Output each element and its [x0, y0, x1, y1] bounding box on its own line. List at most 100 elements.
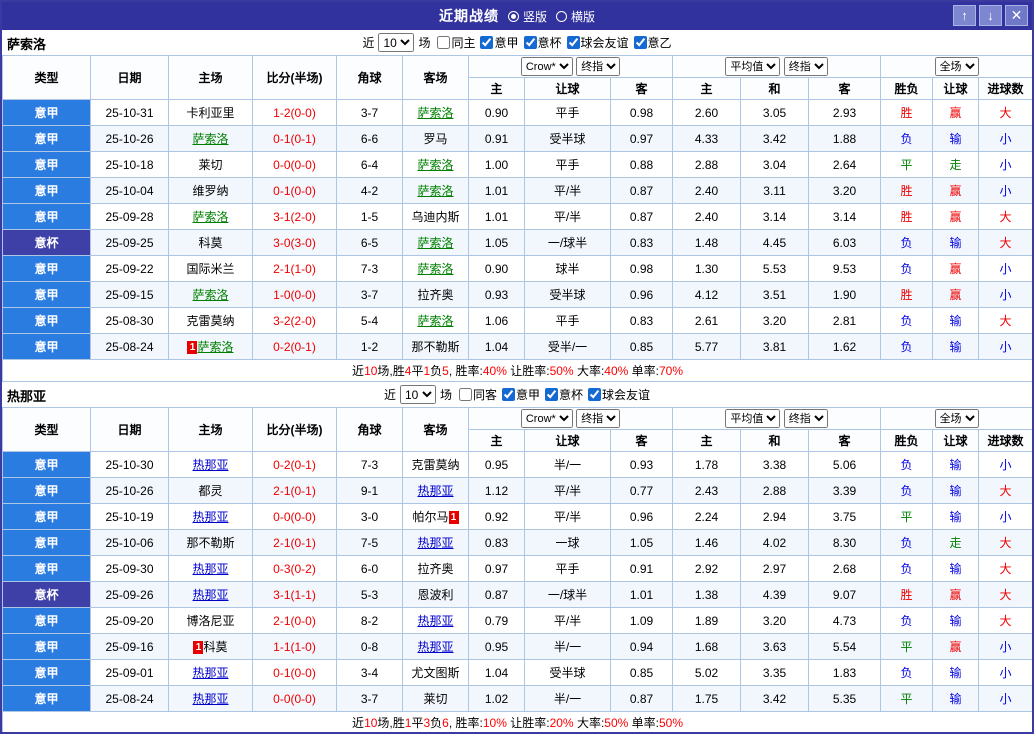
move-down-icon[interactable]: ↓ [979, 5, 1002, 26]
col-odds-handicap: 让球 [524, 77, 611, 100]
cell-goals: 小 [978, 503, 1032, 530]
full-court-select[interactable]: 全场 [934, 409, 979, 428]
summary-segment: 近 [352, 364, 365, 378]
summary-segment: 50% [604, 716, 629, 730]
col-goals: 进球数 [978, 77, 1032, 100]
final-average-select[interactable]: 终指 [783, 57, 828, 76]
team-link[interactable]: 萨索洛 [192, 210, 228, 224]
filter-checkbox-意乙[interactable]: 意乙 [633, 34, 672, 51]
cell-goals: 大 [978, 203, 1032, 230]
team-link[interactable]: 热那亚 [417, 640, 453, 654]
red-card-badge: 1 [193, 641, 204, 654]
team-link[interactable]: 萨索洛 [417, 236, 453, 250]
filter-checkbox-意甲[interactable]: 意甲 [502, 386, 540, 403]
filter-checkbox-意杯[interactable]: 意杯 [523, 34, 562, 51]
cell-avg-home: 1.38 [672, 581, 742, 608]
filter-checkbox-意甲[interactable]: 意甲 [480, 34, 519, 51]
cell-score: 0-0(0-0) [252, 685, 337, 712]
cell-result: 负 [880, 659, 934, 686]
section-sassuolo: 萨索洛 近 10 场 同主 意甲 意杯 球会友谊 意乙 类型 日期 主场 比分(半场 [2, 30, 1032, 382]
cell-handicap: 受半球 [524, 281, 611, 308]
cell-date: 25-09-26 [90, 581, 169, 608]
cell-corner: 7-3 [336, 255, 403, 282]
cell-competition-type: 意甲 [2, 659, 91, 686]
team-link[interactable]: 热那亚 [192, 458, 228, 472]
cell-avg-draw: 3.05 [740, 99, 810, 126]
col-handicap-result: 让球 [932, 429, 980, 452]
cell-focus-team: 热那亚 [168, 555, 253, 582]
team-link[interactable]: 热那亚 [192, 588, 228, 602]
checkbox-input[interactable] [588, 388, 602, 401]
team-link[interactable]: 热那亚 [417, 484, 453, 498]
full-court-select[interactable]: 全场 [934, 57, 979, 76]
cell-handicap-result: 赢 [932, 633, 980, 660]
filter-checkbox-同主[interactable]: 同主 [437, 34, 475, 51]
checkbox-input[interactable] [458, 388, 472, 401]
cell-team: 拉齐奥 [402, 555, 469, 582]
checkbox-input[interactable] [633, 36, 647, 49]
team-link[interactable]: 萨索洛 [417, 158, 453, 172]
final-odds-select[interactable]: 终指 [576, 57, 621, 76]
layout-vertical-radio[interactable]: 竖版 [507, 8, 547, 25]
team-link[interactable]: 热那亚 [417, 536, 453, 550]
team-link[interactable]: 萨索洛 [192, 288, 228, 302]
final-average-select[interactable]: 终指 [783, 409, 828, 428]
team-link[interactable]: 热那亚 [192, 692, 228, 706]
summary-segment: 50% [549, 364, 574, 378]
team-link[interactable]: 萨索洛 [417, 262, 453, 276]
odds-provider-select[interactable]: Crow* [520, 409, 573, 428]
checkbox-input[interactable] [437, 36, 451, 49]
checkbox-input[interactable] [566, 36, 580, 49]
match-count-select[interactable]: 10 [378, 33, 415, 52]
team-link[interactable]: 萨索洛 [417, 106, 453, 120]
filter-checkbox-意杯[interactable]: 意杯 [545, 386, 583, 403]
cell-competition-type: 意杯 [2, 581, 91, 608]
cell-handicap-result: 输 [932, 333, 980, 360]
cell-goals: 大 [978, 607, 1032, 634]
checkbox-label: 球会友谊 [602, 388, 651, 402]
checkbox-input[interactable] [502, 388, 515, 401]
cell-competition-type: 意甲 [2, 333, 91, 360]
match-row: 意甲 25-10-06 那不勒斯 2-1(0-1) 7-5 热那亚 0.83 一球 1.05 1.… [2, 529, 1032, 556]
cell-result: 胜 [880, 177, 934, 204]
cell-score: 2-1(0-1) [252, 529, 337, 556]
move-up-icon[interactable]: ↑ [953, 5, 976, 26]
cell-date: 25-09-30 [90, 555, 169, 582]
team-link[interactable]: 热那亚 [192, 510, 228, 524]
final-odds-select[interactable]: 终指 [576, 409, 621, 428]
cell-avg-home: 2.60 [672, 99, 742, 126]
cell-handicap: 平手 [524, 99, 611, 126]
col-avg-draw: 和 [740, 429, 810, 452]
team-link[interactable]: 萨索洛 [192, 132, 228, 146]
match-count-select[interactable]: 10 [399, 385, 436, 404]
close-icon[interactable]: ✕ [1005, 5, 1028, 26]
team-link[interactable]: 萨索洛 [197, 340, 233, 354]
team-link[interactable]: 热那亚 [192, 666, 228, 680]
cell-avg-home: 2.24 [672, 503, 742, 530]
checkbox-input[interactable] [480, 36, 494, 49]
filter-checkbox-同客[interactable]: 同客 [458, 386, 497, 403]
checkbox-input[interactable] [523, 36, 537, 49]
cell-avg-home: 2.43 [672, 477, 742, 504]
cell-handicap: 平/半 [524, 607, 611, 634]
cell-team: 科莫 [168, 229, 253, 256]
cell-result: 胜 [880, 281, 934, 308]
cell-avg-away: 2.93 [808, 99, 882, 126]
team-link[interactable]: 热那亚 [192, 562, 228, 576]
average-select[interactable]: 平均值 [725, 57, 781, 76]
cell-avg-away: 1.62 [808, 333, 882, 360]
filter-checkbox-球会友谊[interactable]: 球会友谊 [588, 386, 650, 403]
cell-odds-away: 0.77 [609, 477, 674, 504]
team-link[interactable]: 萨索洛 [417, 314, 453, 328]
team-link[interactable]: 萨索洛 [417, 184, 453, 198]
checkbox-input[interactable] [545, 388, 559, 401]
summary-segment: , 胜率: [448, 716, 483, 730]
cell-score: 1-1(1-0) [252, 633, 337, 660]
checkbox-label: 意乙 [647, 36, 672, 50]
team-link[interactable]: 热那亚 [417, 614, 453, 628]
layout-horizontal-radio[interactable]: 横版 [556, 8, 595, 25]
average-select[interactable]: 平均值 [725, 409, 781, 428]
cell-avg-away: 4.73 [808, 607, 882, 634]
filter-checkbox-球会友谊[interactable]: 球会友谊 [566, 34, 629, 51]
odds-provider-select[interactable]: Crow* [520, 57, 573, 76]
